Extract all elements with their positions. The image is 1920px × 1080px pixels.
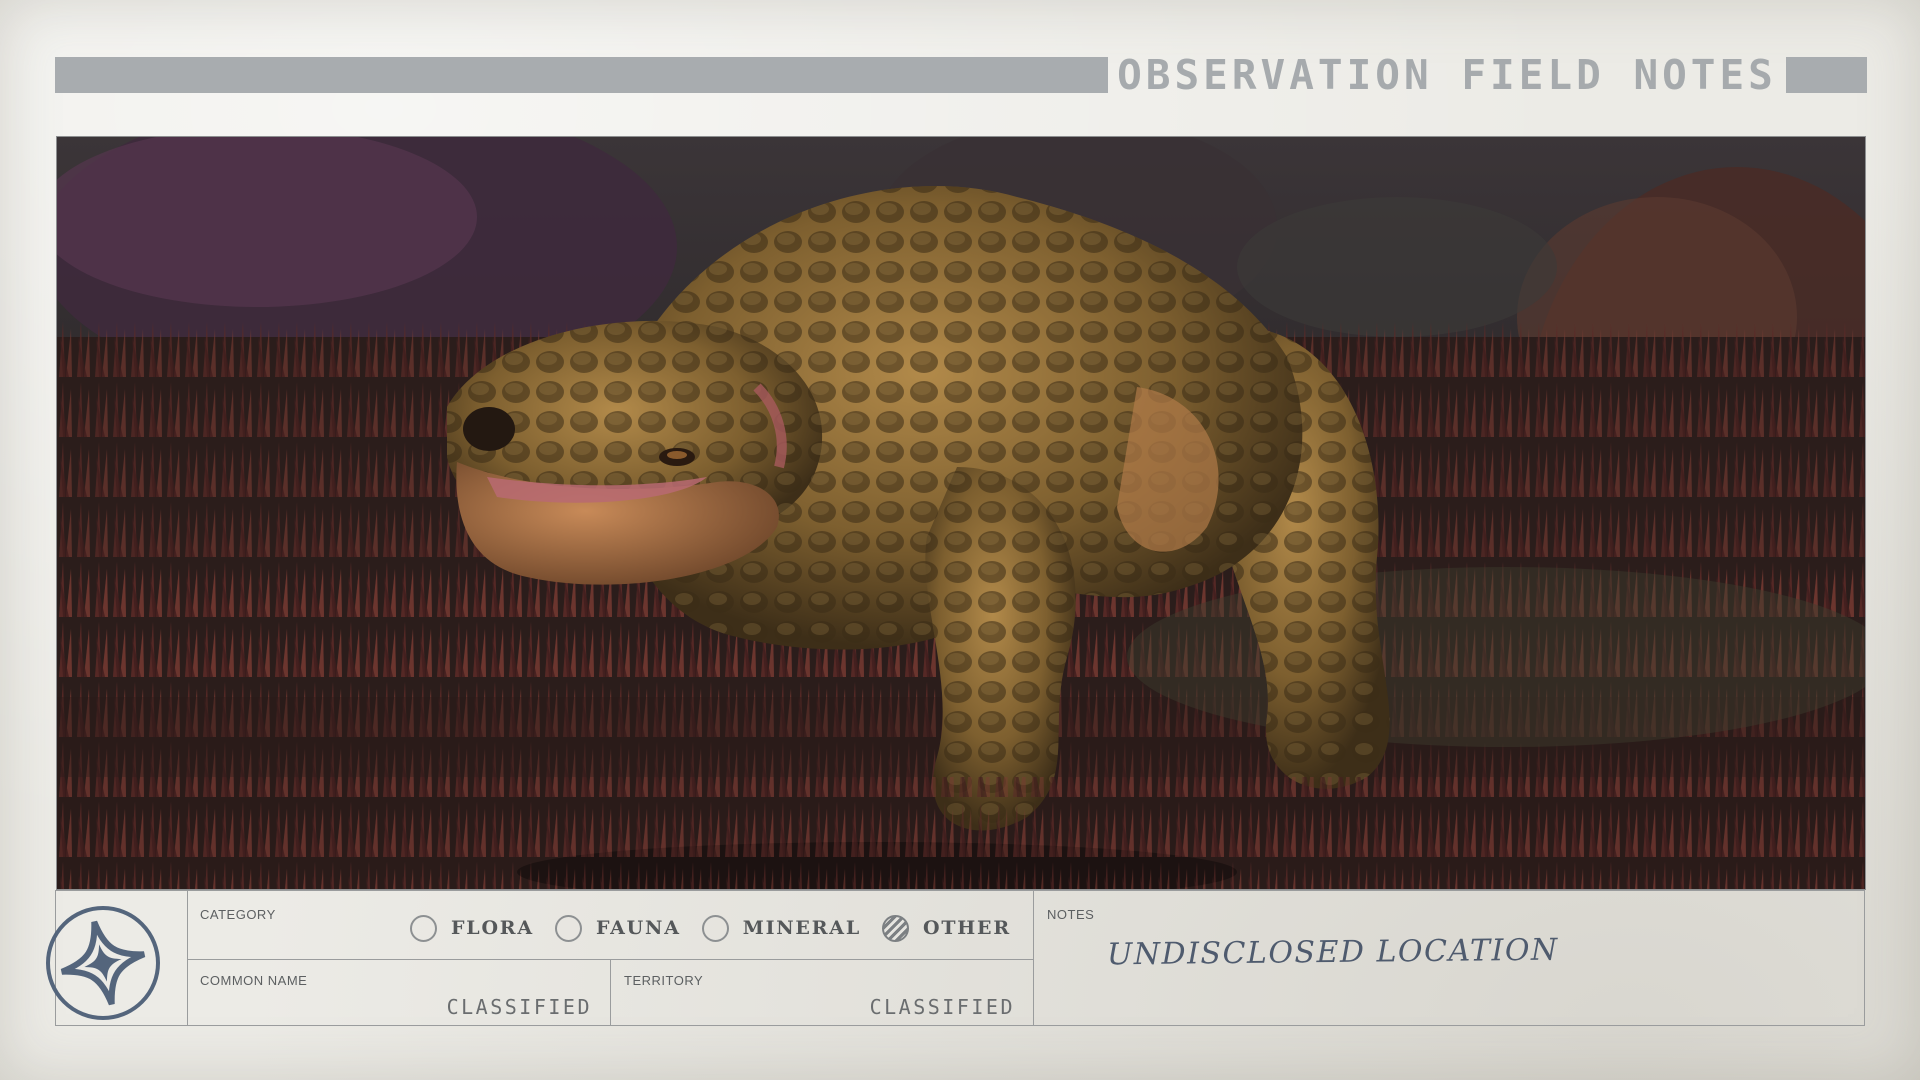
notes-label: NOTES <box>1047 907 1095 922</box>
radio-flora[interactable] <box>410 914 437 942</box>
page-title: OBSERVATION FIELD NOTES <box>1117 51 1777 99</box>
field-notes-card: OBSERVATION FIELD NOTES CATEGORY FLORA F… <box>0 0 1920 1080</box>
category-label: CATEGORY <box>200 907 276 922</box>
photo-illustration <box>57 137 1865 889</box>
info-panel: CATEGORY FLORA FAUNA MINERAL OTHER COMMO… <box>46 890 1865 1026</box>
header-bar-left <box>55 57 1108 93</box>
radio-other[interactable] <box>882 914 909 942</box>
option-other-label: OTHER <box>923 917 1011 939</box>
common-name-value: CLASSIFIED <box>446 995 592 1019</box>
creature-photo <box>56 136 1866 890</box>
logo-cell <box>46 891 188 1025</box>
option-mineral-label: MINERAL <box>742 917 861 939</box>
territory-cell: TERRITORY CLASSIFIED <box>611 960 1033 1025</box>
option-fauna[interactable]: FAUNA <box>554 914 681 942</box>
category-cell: CATEGORY FLORA FAUNA MINERAL OTHER <box>187 891 1033 960</box>
option-flora[interactable]: FLORA <box>410 914 534 942</box>
option-fauna-label: FAUNA <box>595 917 681 939</box>
common-name-label: COMMON NAME <box>200 973 308 988</box>
territory-label: TERRITORY <box>624 973 704 988</box>
header-bar-right <box>1786 57 1867 93</box>
option-other[interactable]: OTHER <box>882 914 1011 942</box>
common-name-cell: COMMON NAME CLASSIFIED <box>187 960 611 1025</box>
territory-value: CLASSIFIED <box>869 995 1015 1019</box>
notes-cell: NOTES UNDISCLOSED LOCATION <box>1033 891 1865 1025</box>
notes-text: UNDISCLOSED LOCATION <box>1106 932 1559 973</box>
radio-mineral[interactable] <box>701 914 729 942</box>
emblem-logo <box>46 906 160 1020</box>
option-flora-label: FLORA <box>451 917 534 939</box>
radio-fauna[interactable] <box>554 914 582 942</box>
category-options: FLORA FAUNA MINERAL OTHER <box>410 911 1032 945</box>
option-mineral[interactable]: MINERAL <box>701 914 861 942</box>
